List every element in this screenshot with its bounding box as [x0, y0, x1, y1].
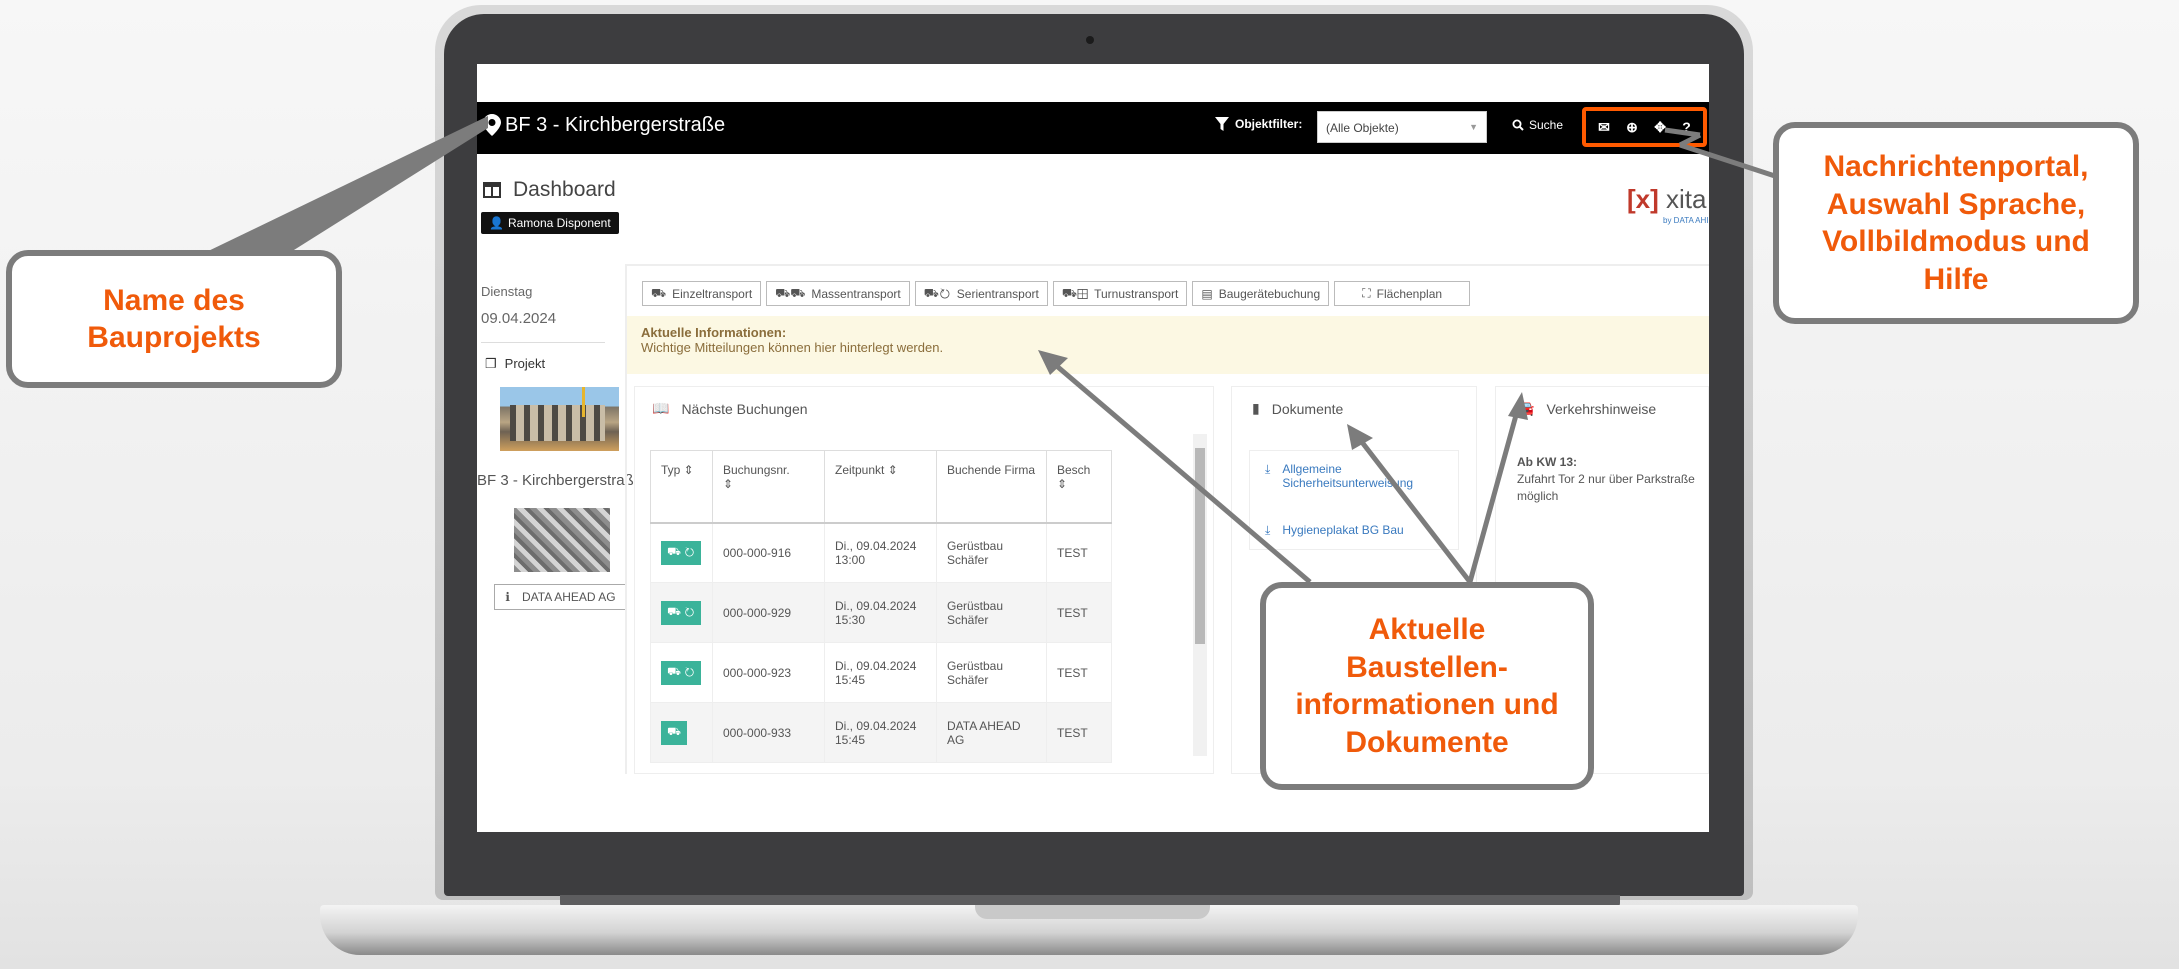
callout-nav-icons: Nachrichtenportal, Auswahl Sprache, Voll… — [1773, 122, 2139, 324]
nav-pointer-line — [1679, 142, 1779, 180]
docs-arrow — [1356, 435, 1472, 584]
traffic-arrow — [1467, 407, 1521, 583]
callout-site-info: Aktuelle Baustellen-informationen und Do… — [1260, 582, 1594, 790]
arrow-head — [1508, 392, 1528, 420]
callout-project-name: Name des Bauprojekts — [6, 250, 342, 388]
arrow-head — [1347, 424, 1373, 450]
nav-pointer-line — [1664, 127, 1701, 138]
project-pointer — [200, 116, 488, 255]
info-arrow — [1050, 360, 1312, 584]
